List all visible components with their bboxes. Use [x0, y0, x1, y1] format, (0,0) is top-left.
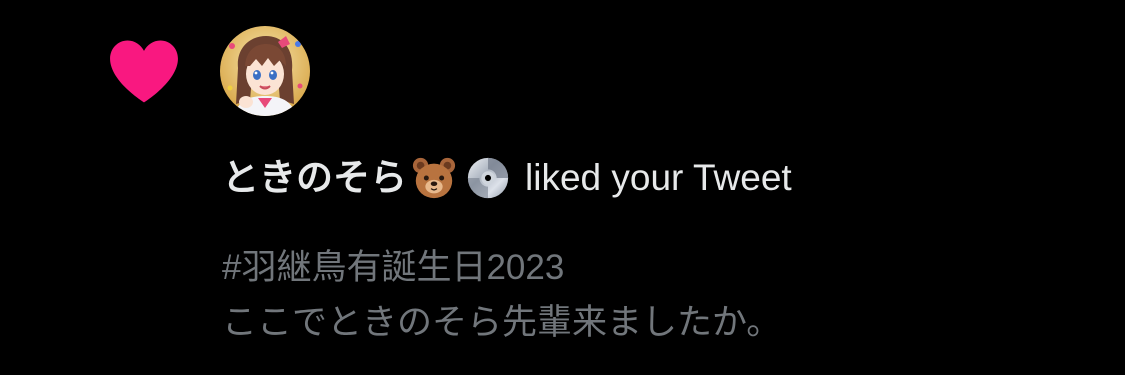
- bear-face-icon: [412, 157, 456, 199]
- optical-disc-icon: [467, 157, 509, 199]
- like-notification[interactable]: ときのそら liked your Tweet #羽継鳥有誕生日2023 ここでと…: [0, 0, 1125, 375]
- user-display-name[interactable]: ときのそら: [222, 150, 407, 206]
- heart-icon: [110, 40, 178, 103]
- avatar-image: [220, 26, 310, 116]
- tweet-text-line: ここでときのそら先輩来ましたか。: [222, 303, 782, 342]
- tweet-hashtag-line: #羽継鳥有誕生日2023: [222, 248, 565, 287]
- notification-headline: ときのそら liked your Tweet: [222, 150, 792, 206]
- user-avatar[interactable]: [220, 26, 310, 116]
- notification-action-text: liked your Tweet: [525, 157, 792, 198]
- tweet-preview[interactable]: #羽継鳥有誕生日2023 ここでときのそら先輩来ましたか。: [222, 240, 781, 350]
